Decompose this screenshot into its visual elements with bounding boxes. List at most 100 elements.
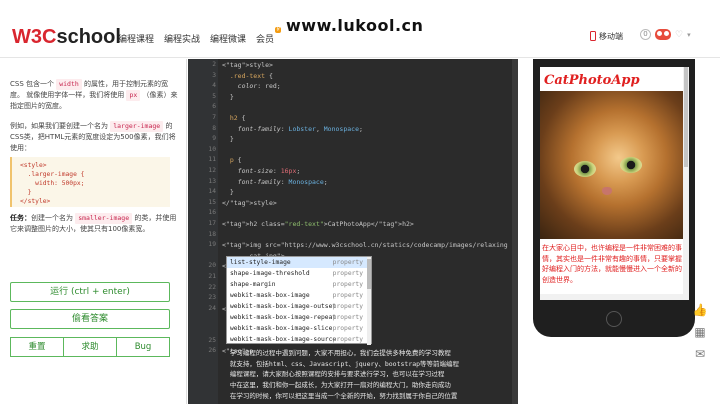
autocomplete-item[interactable]: webkit-mask-box-image-slice property — [227, 323, 371, 334]
help-button[interactable]: 求助 — [64, 337, 117, 357]
nav-item-member[interactable]: 会员 ¥ — [256, 27, 282, 45]
reset-button[interactable]: 重置 — [10, 337, 64, 357]
autocomplete-item[interactable]: webkit-mask-box-image property — [227, 290, 371, 301]
thumbs-up-icon[interactable]: 👍 — [688, 300, 712, 320]
autocomplete-popup: list-style-image property shape-image-thre… — [226, 256, 372, 345]
line-number: 16 — [208, 209, 216, 217]
line-number: 4 — [212, 82, 216, 90]
code-line: font-family: Monospace; — [237, 177, 328, 186]
editor-scrollbar[interactable] — [512, 59, 518, 404]
line-number: 8 — [212, 124, 216, 132]
preview-hscrollbar[interactable] — [540, 294, 683, 300]
code-width: width — [56, 79, 82, 90]
autocomplete-item-kind: property — [332, 270, 363, 277]
heart-icon[interactable]: ♡ — [675, 30, 683, 40]
preview-title: CatPhotoApp — [544, 73, 640, 88]
code-line: </style> — [20, 198, 51, 205]
autocomplete-item-kind: property — [332, 292, 363, 299]
autocomplete-item[interactable]: list-style-image property — [227, 257, 371, 268]
autocomplete-item-kind: property — [332, 281, 363, 288]
show-answer-button[interactable]: 偷看答案 — [10, 309, 170, 329]
phone-icon — [590, 31, 596, 41]
code-line-text: 在学习的时候，你可以把这里当成一个全新的开始，努力找到属于你自己的位置 — [222, 391, 458, 400]
line-number: 6 — [212, 103, 216, 111]
logo-w3c: W3C — [12, 26, 57, 48]
code-line: p { — [229, 156, 242, 165]
site-logo[interactable]: W3Cschool — [12, 26, 121, 49]
code-line: } — [222, 188, 234, 197]
app-root: W3Cschool 编程课程 编程实战 编程微课 会员 ¥ www.lukool.… — [0, 0, 720, 404]
autocomplete-scrollbar[interactable] — [367, 257, 371, 345]
line-number: 11 — [208, 156, 216, 164]
code-line-text: 学习编程的过程中遇到问题，大家不用担心，我们会提供多种免费的学习教程 — [222, 349, 451, 358]
line-number: 2 — [212, 61, 216, 68]
nav-item-member-label: 会员 — [256, 35, 275, 45]
code-line: .red-text { — [229, 71, 273, 80]
editor-text-p24: 要的事情。其实也是一件非常 — [408, 360, 518, 370]
autocomplete-item[interactable]: webkit-mask-box-image-outset property — [227, 301, 371, 312]
lesson-panel: CSS 包含一个 width 的属性，用于控制元素的宽度。 就像使用字体一样，我… — [0, 59, 187, 404]
code-smaller-image: smaller-image — [75, 213, 133, 224]
autocomplete-item-name: webkit-mask-box-image-slice — [230, 325, 333, 332]
chat-icon[interactable]: ✉ — [688, 344, 712, 364]
line-number: 24 — [208, 304, 216, 312]
bug-button[interactable]: Bug — [117, 337, 170, 357]
line-number: 5 — [212, 92, 216, 100]
line-number: 3 — [212, 71, 216, 79]
task-text-a: 创建一个名为 — [31, 214, 73, 222]
code-line: color: red; — [237, 82, 281, 91]
autocomplete-item[interactable]: webkit-mask-box-image-repeat property — [227, 312, 371, 323]
autocomplete-item-name: shape-image-threshold — [230, 270, 310, 277]
code-line: font-family: Lobster, Monospace; — [237, 124, 363, 133]
code-editor[interactable]: 2 <"tag">style> 3 .red-text {4 color: red;… — [188, 59, 518, 404]
code-line: <style> — [20, 162, 47, 169]
autocomplete-item[interactable]: shape-image-threshold property — [227, 268, 371, 279]
preview-scrollbar[interactable] — [683, 67, 689, 300]
watermark-text: www.lukool.cn — [286, 16, 424, 35]
line-number: 9 — [212, 135, 216, 143]
nav-item-practice[interactable]: 编程实战 — [164, 32, 200, 45]
autocomplete-item[interactable]: webkit-mask-box-image-source property — [227, 334, 371, 345]
code-line: font-size: 16px; — [237, 167, 301, 175]
avatar-owl-icon[interactable] — [655, 29, 671, 40]
notification-count[interactable]: 0 — [640, 29, 651, 40]
autocomplete-item[interactable]: shape-margin property — [227, 279, 371, 290]
line-number: 19 — [208, 241, 216, 249]
code-larger-image: larger-image — [110, 121, 164, 132]
mobile-link[interactable]: 移动端 — [590, 31, 623, 42]
logo-school: school — [56, 26, 121, 48]
code-line: } — [222, 92, 234, 101]
lesson-paragraph-1: CSS 包含一个 width 的属性，用于控制元素的宽度。 就像使用字体一样，我… — [10, 79, 178, 112]
top-header: W3Cschool 编程课程 编程实战 编程微课 会员 ¥ www.lukool.… — [0, 0, 720, 58]
cat-photo — [540, 91, 683, 239]
main-nav: 编程课程 编程实战 编程微课 会员 ¥ — [118, 27, 282, 45]
autocomplete-item-kind: property — [332, 303, 363, 310]
task-description: 任务：创建一个名为 smaller-image 的类，并使用它来调整图片的大小，… — [10, 213, 178, 235]
code-line: } — [222, 135, 234, 144]
run-button[interactable]: 运行 (ctrl + enter) — [10, 282, 170, 302]
autocomplete-item-kind: property — [332, 259, 363, 266]
mobile-label: 移动端 — [599, 32, 623, 41]
line-number: 23 — [208, 294, 216, 302]
autocomplete-item-name: webkit-mask-box-image-source — [230, 336, 337, 343]
qrcode-icon[interactable]: ▦ — [688, 322, 712, 342]
chevron-down-icon[interactable]: ▾ — [687, 31, 691, 39]
code-line: .larger-image { — [20, 171, 85, 178]
member-badge: ¥ — [275, 27, 282, 33]
code-line: width: 500px; — [20, 180, 85, 187]
p2-text-a: 例如，如果我们要创建一个名为 — [10, 122, 108, 130]
example-code-block: <style> .larger-image { width: 500px; } … — [10, 157, 170, 207]
line-number: 26 — [208, 347, 216, 355]
autocomplete-item-name: webkit-mask-box-image — [230, 292, 310, 299]
nav-item-courses[interactable]: 编程课程 — [118, 32, 154, 45]
nav-item-micro[interactable]: 编程微课 — [210, 32, 246, 45]
cat-eye-right — [620, 157, 642, 173]
autocomplete-item-kind: property — [332, 314, 363, 321]
code-line: } — [20, 189, 32, 196]
code-line: </"tag">style> — [222, 198, 277, 207]
autocomplete-item-kind: property — [332, 325, 363, 332]
phone-screen: CatPhotoApp 在大家心目中，也许编程是一件非常困难的事情，其实也是一件… — [540, 67, 689, 300]
code-px: px — [126, 90, 141, 101]
phone-home-button — [606, 311, 622, 327]
line-number: 17 — [208, 220, 216, 227]
